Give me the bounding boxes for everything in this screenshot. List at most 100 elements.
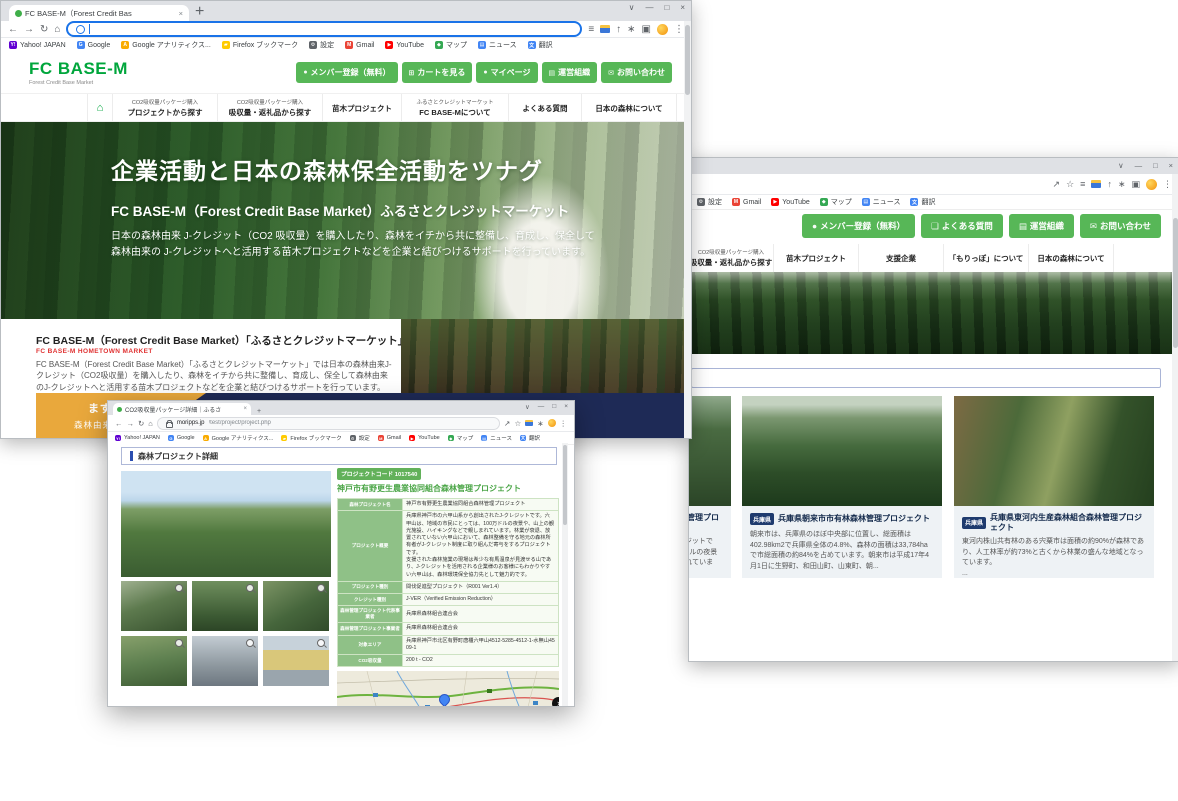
tab-close-icon[interactable]: ×	[179, 9, 183, 18]
bookmark-item[interactable]: ▰Firefox ブックマーク	[281, 434, 341, 442]
bookmark-item[interactable]: ⚙設定	[350, 434, 370, 442]
profile-avatar[interactable]	[657, 24, 668, 35]
organization-button[interactable]: ▤運営組織	[1009, 214, 1074, 238]
nav-item-search-by-amount[interactable]: CO2吸収量パッケージ購入吸収量・返礼品から探す	[218, 94, 323, 121]
site-logo[interactable]: FC BASE-M Forest Credit Base Market	[29, 59, 128, 86]
title-bar[interactable]: FC BASE-M（Forest Credit Bas × + ∨ — □ ×	[1, 1, 691, 21]
bookmark-item[interactable]: MGmail	[732, 198, 761, 206]
bookmark-item[interactable]: AGoogle アナリティクス...	[203, 434, 274, 442]
location-map[interactable]: ›	[337, 671, 559, 706]
bookmark-item[interactable]: ◆マップ	[435, 40, 467, 50]
profile-avatar[interactable]	[1146, 179, 1157, 190]
nav-item-about[interactable]: ふるさとクレジットマーケットFC BASE-Mについて	[402, 94, 509, 121]
chevron-down-icon[interactable]: ∨	[525, 403, 530, 411]
nav-item-morippo[interactable]: 「もりっぽ」について	[944, 244, 1029, 272]
bookmark-item[interactable]: ⚙設定	[309, 40, 334, 50]
project-card[interactable]: 兵庫県兵庫県朝来市市有林森林管理プロジェクト 朝来市は、兵庫県のほぼ中央部に位置…	[742, 396, 942, 578]
nav-item-search-by-project[interactable]: CO2吸収量パッケージ購入プロジェクトから探す	[113, 94, 218, 121]
scrollbar-thumb[interactable]	[685, 25, 690, 95]
bookmark-item[interactable]: ◆マップ	[448, 434, 474, 442]
home-icon[interactable]: ⌂	[54, 24, 60, 35]
bookmark-item[interactable]: Y!Yahoo! JAPAN	[115, 435, 160, 441]
contact-button[interactable]: ✉お問い合わせ	[1080, 214, 1161, 238]
scrollbar[interactable]	[1172, 174, 1178, 661]
new-tab-button[interactable]: +	[257, 408, 261, 415]
eq-icon[interactable]: ≡	[1080, 179, 1085, 189]
chevron-down-icon[interactable]: ∨	[629, 3, 635, 12]
gallery-thumbnail[interactable]	[121, 636, 187, 686]
bookmark-item[interactable]: Y!Yahoo! JAPAN	[9, 41, 66, 49]
bookmark-item[interactable]: ◆マップ	[820, 197, 852, 207]
bookmark-item[interactable]: ⚙設定	[697, 197, 722, 207]
close-icon[interactable]: ×	[1169, 161, 1173, 170]
organization-button[interactable]: ▤運営組織	[542, 62, 598, 83]
extension-icon[interactable]: ∗	[1118, 179, 1126, 190]
new-tab-button[interactable]: +	[195, 3, 204, 21]
extension-icon[interactable]: ∗	[537, 419, 543, 428]
project-card[interactable]: 兵庫県神戸市有野更生農業協同組合森林管理プロジェクト 兵庫県神戸市の六甲山系から…	[689, 396, 731, 578]
cart-button[interactable]: ⊞カートを見る	[402, 62, 473, 83]
title-bar[interactable]: ∨ — □ ×	[689, 158, 1178, 174]
minimize-icon[interactable]: —	[1135, 161, 1143, 170]
share-icon[interactable]: ↗	[1053, 179, 1061, 190]
bookmark-item[interactable]: AGoogle アナリティクス...	[121, 40, 211, 50]
bookmark-item[interactable]: GGoogle	[77, 41, 111, 49]
share-icon[interactable]: ↗	[504, 419, 510, 428]
nav-item-forests[interactable]: 日本の森林について	[1029, 244, 1114, 272]
upload-icon[interactable]: ↑	[1107, 179, 1112, 189]
bookmark-item[interactable]: ▰Firefox ブックマーク	[222, 40, 298, 50]
menu-dots-icon[interactable]: ⋮	[1163, 179, 1172, 190]
star-icon[interactable]: ☆	[1066, 179, 1074, 190]
bookmark-item[interactable]: 文翻訳	[528, 40, 553, 50]
nav-item-supporters[interactable]: 支援企業	[859, 244, 944, 272]
browser-tab[interactable]: CO2吸収量パッケージ詳細｜ふるさ ×	[113, 403, 251, 415]
bookmark-item[interactable]: ▤ニュース	[478, 40, 517, 50]
bookmark-item[interactable]: ▶YouTube	[385, 41, 424, 49]
reload-icon[interactable]: ↻	[40, 24, 48, 35]
panel-icon[interactable]: ▣	[1131, 179, 1140, 190]
project-card[interactable]: 兵庫県兵庫県東河内生産森林組合森林管理プロジェクト 東河内株山共有林のある宍粟市…	[954, 396, 1154, 578]
back-icon[interactable]: ←	[8, 24, 18, 35]
panel-icon[interactable]: ▣	[642, 24, 651, 35]
star-icon[interactable]: ☆	[514, 419, 521, 428]
close-icon[interactable]: ×	[564, 403, 568, 411]
back-icon[interactable]: ←	[115, 419, 123, 428]
nav-item-faq[interactable]: よくある質問	[509, 94, 582, 121]
mypage-button[interactable]: ●マイページ	[476, 62, 537, 83]
scrollbar-thumb[interactable]	[1173, 218, 1178, 348]
nav-item-seedling[interactable]: 苗木プロジェクト	[323, 94, 402, 121]
forward-icon[interactable]: →	[24, 24, 34, 35]
browser-window-popup[interactable]: CO2吸収量パッケージ詳細｜ふるさ × + ∨ — □ × ← → ↻ ⌂ mo…	[107, 400, 575, 707]
faq-button[interactable]: ❏よくある質問	[921, 214, 1003, 238]
bookmark-item[interactable]: ▤ニュース	[481, 434, 512, 442]
bookmark-item[interactable]: 文翻訳	[520, 434, 540, 442]
profile-avatar[interactable]	[548, 419, 556, 427]
member-register-button[interactable]: ●メンバー登録（無料）	[296, 62, 397, 83]
contact-button[interactable]: ✉お問い合わせ	[601, 62, 672, 83]
bookmark-item[interactable]: ▶YouTube	[409, 435, 440, 441]
bookmark-item[interactable]: MGmail	[378, 435, 401, 441]
menu-dots-icon[interactable]: ⋮	[674, 24, 684, 35]
printer-icon[interactable]	[600, 25, 610, 33]
printer-icon[interactable]	[1091, 180, 1101, 188]
nav-item-package[interactable]: CO2吸収量パッケージ購入吸収量・返礼品から探す	[689, 244, 774, 272]
reload-icon[interactable]: ↻	[138, 419, 144, 428]
bookmark-item[interactable]: MGmail	[345, 41, 374, 49]
upload-icon[interactable]: ↑	[616, 24, 621, 35]
tab-close-icon[interactable]: ×	[243, 406, 247, 412]
eq-icon[interactable]: ≡	[588, 24, 594, 35]
scrollbar-thumb[interactable]	[563, 445, 567, 525]
gallery-thumbnail[interactable]	[192, 636, 258, 686]
project-main-photo[interactable]	[121, 471, 331, 577]
member-register-button[interactable]: ●メンバー登録（無料）	[802, 214, 915, 238]
browser-window-right[interactable]: ∨ — □ × ↗ ☆ ≡ ↑ ∗ ▣ ⋮ ⚙設定 MGmail ▶YouTub…	[688, 157, 1178, 662]
printer-icon[interactable]	[525, 420, 533, 426]
maximize-icon[interactable]: □	[664, 3, 669, 12]
address-bar[interactable]: moripps.jp /test/project/project.php	[157, 417, 500, 430]
gallery-thumbnail[interactable]	[263, 581, 329, 631]
address-bar[interactable]	[66, 21, 582, 37]
maximize-icon[interactable]: □	[552, 403, 556, 411]
extension-icon[interactable]: ∗	[627, 24, 635, 35]
gallery-thumbnail[interactable]	[192, 581, 258, 631]
nav-item-forests[interactable]: 日本の森林について	[582, 94, 677, 121]
